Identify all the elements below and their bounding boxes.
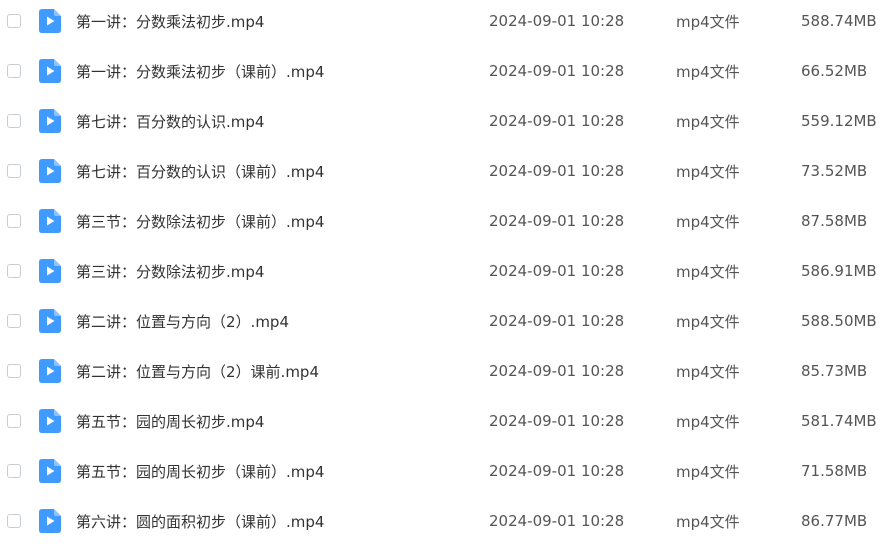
file-size: 66.52MB	[801, 62, 868, 80]
file-row[interactable]: 第一讲：分数乘法初步（课前）.mp4 2024-09-01 10:28 mp4文…	[0, 46, 879, 96]
file-type: mp4文件	[676, 162, 740, 181]
row-checkbox[interactable]	[7, 14, 21, 28]
file-type: mp4文件	[676, 462, 740, 481]
video-file-icon	[39, 209, 61, 233]
row-checkbox[interactable]	[7, 314, 21, 328]
file-row[interactable]: 第三讲：分数除法初步.mp4 2024-09-01 10:28 mp4文件 58…	[0, 246, 879, 296]
file-date: 2024-09-01 10:28	[489, 62, 625, 80]
video-file-icon	[39, 109, 61, 133]
file-row[interactable]: 第二讲：位置与方向（2）.mp4 2024-09-01 10:28 mp4文件 …	[0, 296, 879, 346]
file-row[interactable]: 第五节：园的周长初步.mp4 2024-09-01 10:28 mp4文件 58…	[0, 396, 879, 446]
file-name[interactable]: 第二讲：位置与方向（2）课前.mp4	[76, 361, 319, 382]
video-file-icon	[39, 359, 61, 383]
row-checkbox[interactable]	[7, 414, 21, 428]
file-size: 586.91MB	[801, 262, 877, 280]
row-checkbox[interactable]	[7, 464, 21, 478]
file-name[interactable]: 第七讲：百分数的认识（课前）.mp4	[76, 161, 324, 182]
video-file-icon	[39, 309, 61, 333]
file-date: 2024-09-01 10:28	[489, 512, 625, 530]
file-date: 2024-09-01 10:28	[489, 212, 625, 230]
file-size: 73.52MB	[801, 162, 868, 180]
file-size: 85.73MB	[801, 362, 868, 380]
file-name[interactable]: 第七讲：百分数的认识.mp4	[76, 111, 264, 132]
file-type: mp4文件	[676, 12, 740, 31]
video-file-icon	[39, 59, 61, 83]
file-size: 559.12MB	[801, 112, 877, 130]
file-name[interactable]: 第二讲：位置与方向（2）.mp4	[76, 311, 289, 332]
file-size: 71.58MB	[801, 462, 868, 480]
file-name[interactable]: 第五节：园的周长初步.mp4	[76, 411, 264, 432]
file-date: 2024-09-01 10:28	[489, 412, 625, 430]
row-checkbox[interactable]	[7, 64, 21, 78]
row-checkbox[interactable]	[7, 214, 21, 228]
file-date: 2024-09-01 10:28	[489, 362, 625, 380]
file-row[interactable]: 第七讲：百分数的认识.mp4 2024-09-01 10:28 mp4文件 55…	[0, 96, 879, 146]
file-date: 2024-09-01 10:28	[489, 162, 625, 180]
file-row[interactable]: 第二讲：位置与方向（2）课前.mp4 2024-09-01 10:28 mp4文…	[0, 346, 879, 396]
file-name[interactable]: 第三讲：分数除法初步.mp4	[76, 261, 264, 282]
file-type: mp4文件	[676, 62, 740, 81]
video-file-icon	[39, 409, 61, 433]
video-file-icon	[39, 509, 61, 533]
file-size: 86.77MB	[801, 512, 868, 530]
file-row[interactable]: 第三节：分数除法初步（课前）.mp4 2024-09-01 10:28 mp4文…	[0, 196, 879, 246]
file-date: 2024-09-01 10:28	[489, 12, 625, 30]
file-name[interactable]: 第六讲：圆的面积初步（课前）.mp4	[76, 511, 324, 532]
video-file-icon	[39, 459, 61, 483]
file-name[interactable]: 第一讲：分数乘法初步.mp4	[76, 11, 264, 32]
row-checkbox[interactable]	[7, 514, 21, 528]
file-name[interactable]: 第五节：园的周长初步（课前）.mp4	[76, 461, 324, 482]
file-date: 2024-09-01 10:28	[489, 262, 625, 280]
file-list: 第一讲：分数乘法初步.mp4 2024-09-01 10:28 mp4文件 58…	[0, 0, 879, 539]
file-type: mp4文件	[676, 362, 740, 381]
file-type: mp4文件	[676, 262, 740, 281]
file-size: 581.74MB	[801, 412, 877, 430]
video-file-icon	[39, 259, 61, 283]
file-type: mp4文件	[676, 212, 740, 231]
file-type: mp4文件	[676, 312, 740, 331]
file-row[interactable]: 第一讲：分数乘法初步.mp4 2024-09-01 10:28 mp4文件 58…	[0, 0, 879, 46]
file-type: mp4文件	[676, 112, 740, 131]
file-date: 2024-09-01 10:28	[489, 312, 625, 330]
file-type: mp4文件	[676, 512, 740, 531]
file-size: 588.74MB	[801, 12, 877, 30]
video-file-icon	[39, 9, 61, 33]
file-row[interactable]: 第五节：园的周长初步（课前）.mp4 2024-09-01 10:28 mp4文…	[0, 446, 879, 496]
row-checkbox[interactable]	[7, 264, 21, 278]
file-row[interactable]: 第七讲：百分数的认识（课前）.mp4 2024-09-01 10:28 mp4文…	[0, 146, 879, 196]
file-date: 2024-09-01 10:28	[489, 462, 625, 480]
file-name[interactable]: 第一讲：分数乘法初步（课前）.mp4	[76, 61, 324, 82]
row-checkbox[interactable]	[7, 364, 21, 378]
video-file-icon	[39, 159, 61, 183]
file-date: 2024-09-01 10:28	[489, 112, 625, 130]
file-type: mp4文件	[676, 412, 740, 431]
row-checkbox[interactable]	[7, 164, 21, 178]
file-name[interactable]: 第三节：分数除法初步（课前）.mp4	[76, 211, 324, 232]
file-size: 588.50MB	[801, 312, 877, 330]
row-checkbox[interactable]	[7, 114, 21, 128]
file-size: 87.58MB	[801, 212, 868, 230]
